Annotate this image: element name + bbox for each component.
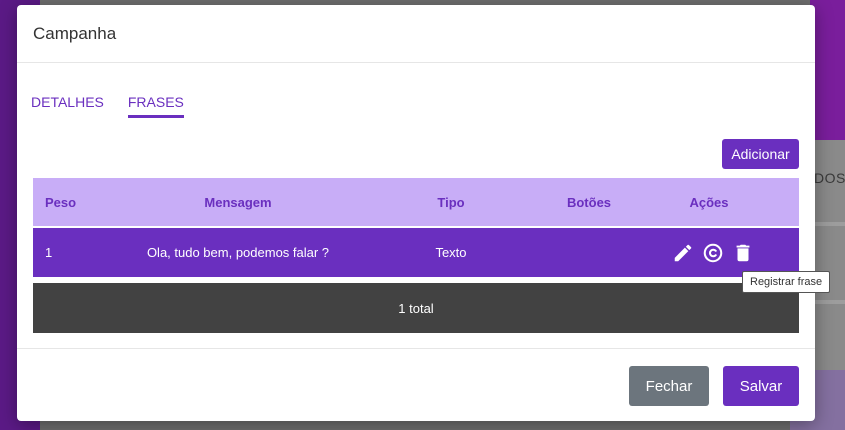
modal-header: Campanha [17, 5, 815, 63]
table-total: 1 total [33, 283, 799, 333]
modal-footer: Fechar Salvar [17, 348, 815, 421]
close-button[interactable]: Fechar [629, 366, 709, 406]
tab-frases[interactable]: FRASES [127, 94, 184, 118]
background-partial-text: DOS [814, 170, 845, 186]
column-header-acoes: Ações [689, 194, 729, 210]
cell-peso: 1 [45, 245, 53, 260]
table-row: 1 Ola, tudo bem, podemos falar ? Texto [33, 228, 799, 277]
tab-bar: DETALHES FRASES [31, 94, 184, 118]
tab-detalhes[interactable]: DETALHES [31, 94, 104, 118]
copyright-icon[interactable] [702, 242, 724, 264]
phrases-table: Peso Mensagem Tipo Botões Ações 1 Ola, t… [33, 178, 799, 333]
column-header-botoes: Botões [566, 194, 612, 210]
modal-title: Campanha [33, 23, 117, 43]
add-button[interactable]: Adicionar [722, 139, 799, 169]
trash-icon[interactable] [732, 242, 754, 264]
column-header-tipo: Tipo [437, 194, 465, 210]
tooltip: Registrar frase [742, 271, 831, 293]
cell-acoes [619, 242, 799, 264]
background-header [810, 0, 845, 140]
row-actions [619, 242, 799, 264]
pencil-icon[interactable] [672, 242, 694, 264]
column-header-mensagem: Mensagem [204, 194, 272, 210]
cell-tipo: Texto [435, 245, 467, 260]
campaign-modal: Campanha DETALHES FRASES Adicionar Peso … [17, 5, 815, 421]
table-header: Peso Mensagem Tipo Botões Ações [33, 178, 799, 226]
save-button[interactable]: Salvar [723, 366, 799, 406]
column-header-peso: Peso [45, 194, 77, 210]
cell-mensagem: Ola, tudo bem, podemos falar ? [146, 245, 330, 260]
